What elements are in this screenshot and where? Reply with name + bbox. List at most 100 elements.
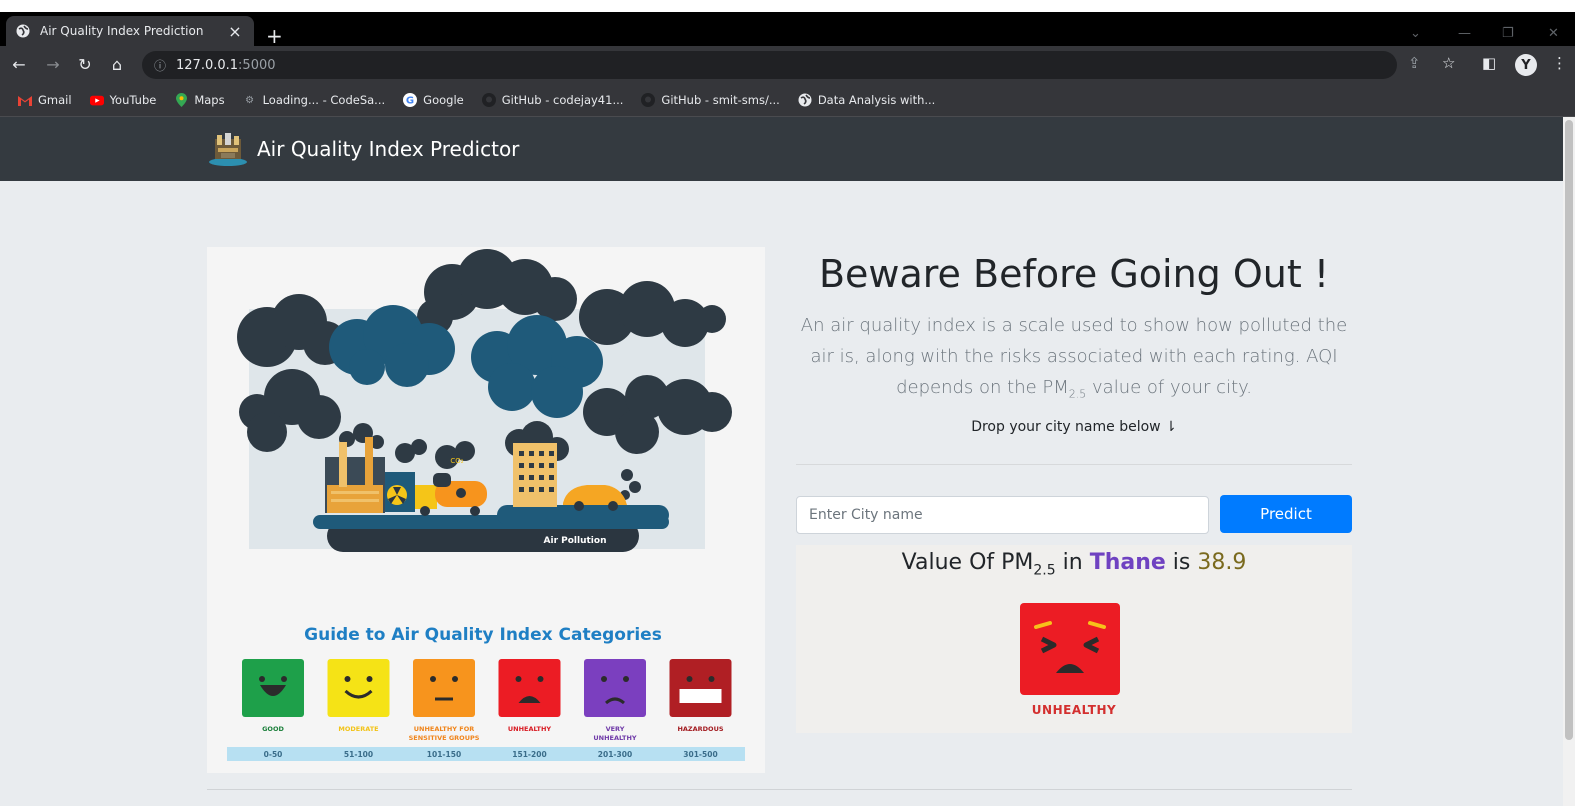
reload-icon[interactable]: ↻ [72,55,98,74]
bookmark-label: Data Analysis with... [817,93,936,107]
intro-paragraph: An air quality index is a scale used to … [796,310,1352,410]
github-icon [481,93,496,107]
predict-button[interactable]: Predict [1220,495,1352,533]
bookmark-label: Maps [194,93,225,107]
bookmark-label: GitHub - codejay41... [501,93,624,107]
bookmark-maps[interactable]: Maps [166,93,232,107]
guide-title: Guide to Air Quality Index Categories [304,625,662,645]
aqi-range-label: 201-300 [598,750,632,759]
aqi-range-label: 101-150 [427,750,461,759]
aqi-category-label: UNHEALTHY [508,725,552,733]
intro-text-2: value of your city. [1086,377,1252,398]
tab-bar: Air Quality Index Prediction × + ⌄ — ❐ ✕ [0,12,1575,46]
aqi-illustration-panel: Air Pollution CO₂ Guide to Air Quality I… [207,247,765,773]
unhealthy-face-icon [1020,603,1120,695]
result-card: Value Of PM2.5 in Thane is 38.9 UNHEALTH… [796,545,1352,733]
loading-icon: ⚙ [245,94,255,106]
banner-text: Air Pollution [544,536,607,546]
minimize-icon[interactable]: — [1458,26,1471,41]
bookmark-label: Gmail [38,93,72,107]
result-is: is [1165,550,1198,575]
globe-icon [798,93,812,107]
profile-avatar[interactable]: Y [1515,54,1537,76]
tab-search-icon[interactable]: ⌄ [1410,26,1421,41]
aqi-category-moderate: MODERATE [327,659,390,733]
aqi-range-label: 151-200 [512,750,546,759]
brand-logo-icon [209,133,247,166]
bookmark-github-smit[interactable]: GitHub - smit-sms/... [633,93,787,107]
result-prefix: Value Of PM [901,550,1034,575]
result-value: 38.9 [1197,550,1247,575]
navbar-brand[interactable]: Air Quality Index Predictor [207,131,519,167]
share-icon[interactable]: ⇪ [1408,54,1421,72]
aqi-category-hazardous: HAZARDOUS [669,659,732,733]
aqi-range-label: 0-50 [264,750,283,759]
brand-title: Air Quality Index Predictor [257,137,520,161]
aqi-category-label: GOOD [262,725,284,733]
aqi-category-unhealthy-for-sensitive-groups: UNHEALTHY FORSENSITIVE GROUPS [409,659,480,742]
address-bar[interactable]: ⓘ 127.0.0.1:5000 [142,51,1397,79]
tab-title: Air Quality Index Prediction [40,24,204,38]
result-text: Value Of PM2.5 in Thane is 38.9 [796,550,1352,578]
url-port: :5000 [238,57,276,73]
window-top-strip [0,0,1575,12]
site-info-icon[interactable]: ⓘ [154,57,166,74]
aqi-category-very-unhealthy: VERYUNHEALTHY [584,659,646,742]
google-icon: G [403,93,418,107]
aqi-category-label: VERY [606,725,625,733]
bookmarks-bar: Gmail YouTube Maps ⚙ Loading... - CodeSa… [0,84,1575,117]
bottom-divider [207,789,1352,790]
page-heading: Beware Before Going Out ! [818,252,1330,296]
menu-kebab-icon[interactable]: ⋮ [1552,54,1567,72]
globe-icon [16,24,30,38]
range-bar [227,747,745,761]
bookmark-data-analysis[interactable]: Data Analysis with... [790,93,944,107]
site-navbar: Air Quality Index Predictor [0,117,1563,181]
bookmark-youtube[interactable]: YouTube [82,93,165,107]
home-icon[interactable]: ⌂ [104,55,130,74]
aqi-category-label: SENSITIVE GROUPS [409,734,480,742]
city-input[interactable] [796,496,1209,534]
result-category: UNHEALTHY [1031,703,1117,717]
co2-label: CO₂ [450,457,463,465]
page-scrollbar-thumb[interactable] [1565,120,1573,740]
svg-text:G: G [406,96,414,107]
bookmark-label: YouTube [109,93,157,107]
aqi-category-label: MODERATE [338,725,378,733]
bookmark-label: Google [423,93,464,107]
aqi-category-label: UNHEALTHY [593,734,637,742]
aqi-category-label: HAZARDOUS [677,725,723,733]
aqi-categories: GOOD MODERATE UNHEALTHY FORSENSITIVE GROUP… [242,659,732,742]
new-tab-button[interactable]: + [266,26,283,46]
aqi-category-unhealthy: UNHEALTHY [498,659,561,733]
result-sub: 2.5 [1033,562,1056,579]
bookmark-gmail[interactable]: Gmail [10,93,80,107]
browser-tab-active[interactable]: Air Quality Index Prediction × [6,16,254,46]
bookmark-github-codejay[interactable]: GitHub - codejay41... [474,93,632,107]
side-panel-icon[interactable]: ◧ [1482,54,1496,72]
restore-icon[interactable]: ❐ [1502,26,1514,41]
result-city: Thane [1089,550,1166,575]
github-icon [641,93,656,107]
intro-sub: 2.5 [1068,387,1087,401]
aqi-category-good: GOOD [242,659,304,733]
url-host: 127.0.0.1 [176,57,239,73]
intro-text-1: An air quality index is a scale used to … [800,315,1348,398]
browser-toolbar: ← → ↻ ⌂ ⓘ 127.0.0.1:5000 ⇪ ☆ ◧ Y ⋮ [0,46,1575,84]
aqi-category-label: UNHEALTHY FOR [414,725,475,733]
divider [796,464,1352,465]
bookmark-google[interactable]: G Google [395,93,472,107]
aqi-range-label: 51-100 [344,750,373,759]
aqi-range-label: 301-500 [683,750,717,759]
tab-close-icon[interactable]: × [226,22,244,41]
bookmark-star-icon[interactable]: ☆ [1442,54,1455,72]
close-window-icon[interactable]: ✕ [1548,26,1559,41]
bookmark-label: Loading... - CodeSa... [262,93,386,107]
maps-icon [174,93,188,107]
bookmark-codesandbox[interactable]: ⚙ Loading... - CodeSa... [235,93,394,107]
forward-icon[interactable]: → [40,55,66,74]
bookmark-label: GitHub - smit-sms/... [661,93,780,107]
back-icon[interactable]: ← [6,55,32,74]
gmail-icon [18,93,32,107]
youtube-icon [89,93,104,107]
